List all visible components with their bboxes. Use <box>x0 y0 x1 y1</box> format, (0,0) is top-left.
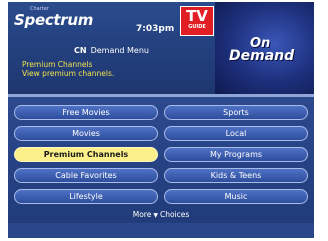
selection-description: View premium channels. <box>22 69 115 78</box>
tv-guide-logo: TV GUIDE <box>180 6 214 36</box>
menu-button-movies[interactable]: Movies <box>14 126 158 141</box>
menu-button-my-programs[interactable]: My Programs <box>164 147 308 162</box>
menu-button-sports[interactable]: Sports <box>164 105 308 120</box>
menu-button-premium-channels[interactable]: Premium Channels <box>14 147 158 162</box>
menu-button-free-movies[interactable]: Free Movies <box>14 105 158 120</box>
triangle-down-icon: ▼ <box>153 212 158 219</box>
brand-logo: Spectrum <box>14 11 94 29</box>
more-choices-link[interactable]: More ▼ Choices <box>8 210 314 219</box>
menu-title: CN Demand Menu <box>8 46 215 55</box>
menu-button-lifestyle[interactable]: Lifestyle <box>14 189 158 204</box>
choices-label: Choices <box>159 210 190 219</box>
selection-title: Premium Channels <box>22 60 93 69</box>
more-label: More <box>132 210 152 219</box>
tv-screen: Charter Spectrum 7:03pm TV GUIDE CN Deman… <box>8 2 314 238</box>
selection-info: Premium Channels View premium channels. <box>22 60 114 78</box>
menu-title-text: Demand Menu <box>90 46 149 55</box>
tv-guide-logo-bottom: GUIDE <box>188 24 206 30</box>
tv-guide-logo-top: TV <box>186 7 208 25</box>
menu-button-kids-teens[interactable]: Kids & Teens <box>164 168 308 183</box>
menu-button-music[interactable]: Music <box>164 189 308 204</box>
on-demand-logo-line2: Demand <box>229 48 295 64</box>
menu-title-network: CN <box>73 46 87 55</box>
clock-time: 7:03pm <box>136 24 175 34</box>
menu-button-local[interactable]: Local <box>164 126 308 141</box>
menu-button-cable-favorites[interactable]: Cable Favorites <box>14 168 158 183</box>
footer-bar <box>8 223 314 238</box>
on-demand-promo: On Demand <box>215 2 314 94</box>
